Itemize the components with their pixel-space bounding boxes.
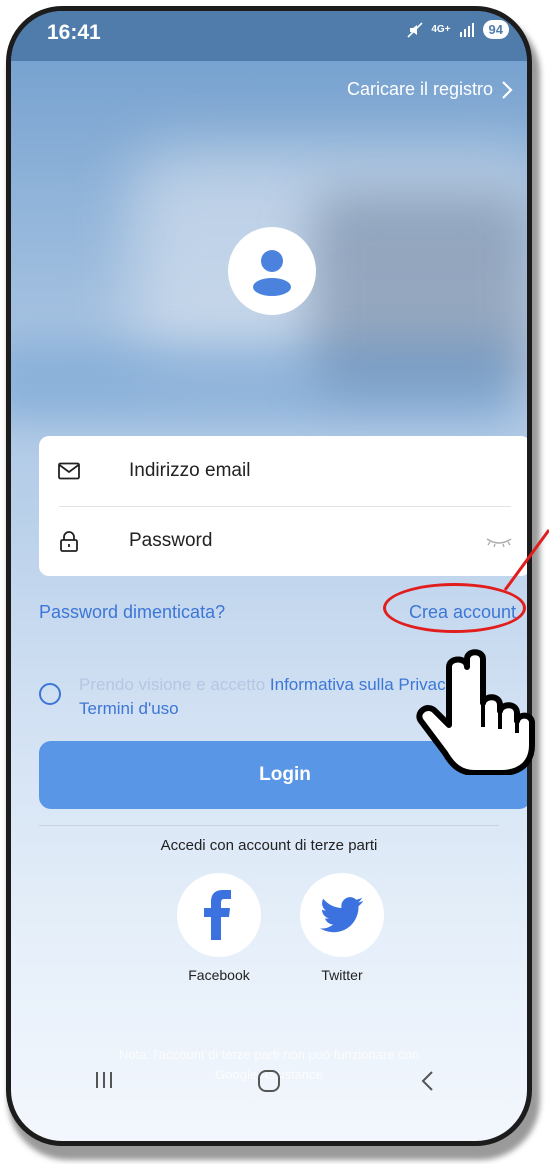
back-icon[interactable] — [419, 1069, 435, 1093]
twitter-icon — [320, 897, 363, 933]
forgot-password-link[interactable]: Password dimenticata? — [39, 602, 225, 623]
facebook-button[interactable] — [177, 873, 261, 957]
twitter-login[interactable]: Twitter — [299, 873, 385, 983]
annotation-circle — [383, 583, 526, 633]
divider — [39, 825, 499, 826]
email-field[interactable]: Indirizzo email — [39, 436, 527, 506]
mail-icon — [58, 462, 80, 480]
third-party-title: Accedi con account di terze parti — [160, 837, 378, 854]
facebook-icon — [204, 890, 231, 940]
terms-link[interactable]: Termini d'uso — [79, 699, 179, 719]
twitter-button[interactable] — [300, 873, 384, 957]
background-blur — [11, 341, 511, 421]
phone-frame: 16:41 4G+ 94 Caricare il registro Indiri… — [6, 6, 532, 1146]
home-icon[interactable] — [257, 1069, 281, 1093]
password-field[interactable]: Password — [39, 506, 527, 576]
status-bar: 16:41 4G+ 94 — [11, 11, 527, 61]
status-time: 16:41 — [47, 21, 101, 44]
eye-closed-icon[interactable] — [485, 536, 513, 548]
password-input[interactable]: Password — [129, 530, 212, 552]
facebook-label: Facebook — [188, 967, 250, 983]
lock-icon — [60, 531, 78, 552]
hand-pointer-icon — [416, 649, 535, 775]
status-icons: 4G+ 94 — [407, 20, 509, 39]
consent-prefix: Prendo visione e accetto — [79, 675, 266, 694]
register-link[interactable]: Caricare il registro — [347, 79, 513, 100]
system-nav-bar — [11, 1057, 527, 1107]
twitter-label: Twitter — [321, 967, 363, 983]
signal-icon — [459, 22, 474, 37]
battery-badge: 94 — [482, 20, 509, 39]
chevron-right-icon — [502, 80, 513, 99]
avatar[interactable] — [228, 227, 316, 315]
facebook-login[interactable]: Facebook — [176, 873, 262, 983]
email-input[interactable]: Indirizzo email — [129, 460, 250, 482]
consent-radio[interactable] — [39, 683, 61, 705]
user-avatar-icon — [253, 250, 291, 296]
network-type: 4G+ — [431, 24, 451, 35]
mute-icon — [407, 21, 423, 38]
recent-apps-icon[interactable] — [93, 1069, 115, 1091]
register-link-label: Caricare il registro — [346, 79, 493, 99]
login-form: Indirizzo email Password — [39, 436, 527, 576]
